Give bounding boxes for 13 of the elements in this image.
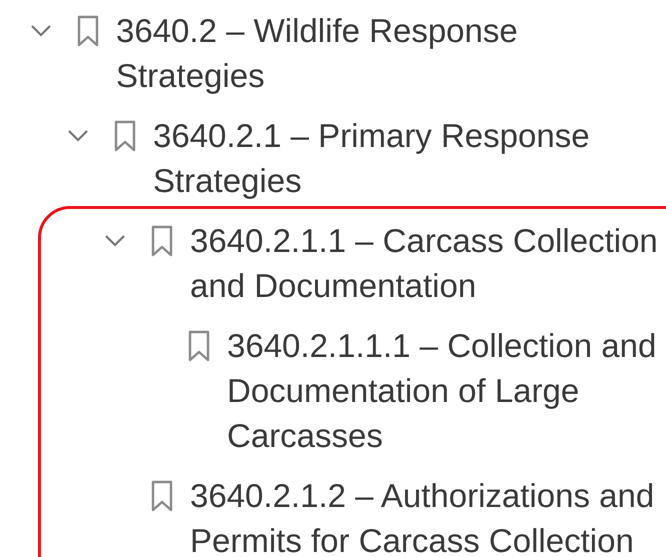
bookmark-title[interactable]: 3640.2.1.1 – Carcass Collection and Documentation: [186, 218, 658, 308]
bookmark-title[interactable]: 3640.2.1.2 – Authorizations and Permits for Carcass Collection: [186, 473, 658, 557]
bookmark-icon: [188, 330, 210, 362]
bookmark-icon: [77, 14, 99, 46]
bookmark-icon: [151, 224, 173, 256]
chevron-down-icon[interactable]: [104, 234, 126, 248]
bookmark-title[interactable]: 3640.2.1.1.1 – Collection and Documentation of Large Carcasses: [223, 323, 658, 458]
bookmark-title[interactable]: 3640.2 – Wildlife Response Strategies: [112, 8, 658, 98]
bookmark-title[interactable]: 3640.2.1 – Primary Response Strategies: [149, 113, 658, 203]
bookmark-icon: [151, 480, 173, 512]
bookmark-icon: [114, 120, 136, 152]
chevron-down-icon[interactable]: [67, 128, 89, 142]
chevron-down-icon[interactable]: [30, 24, 52, 38]
